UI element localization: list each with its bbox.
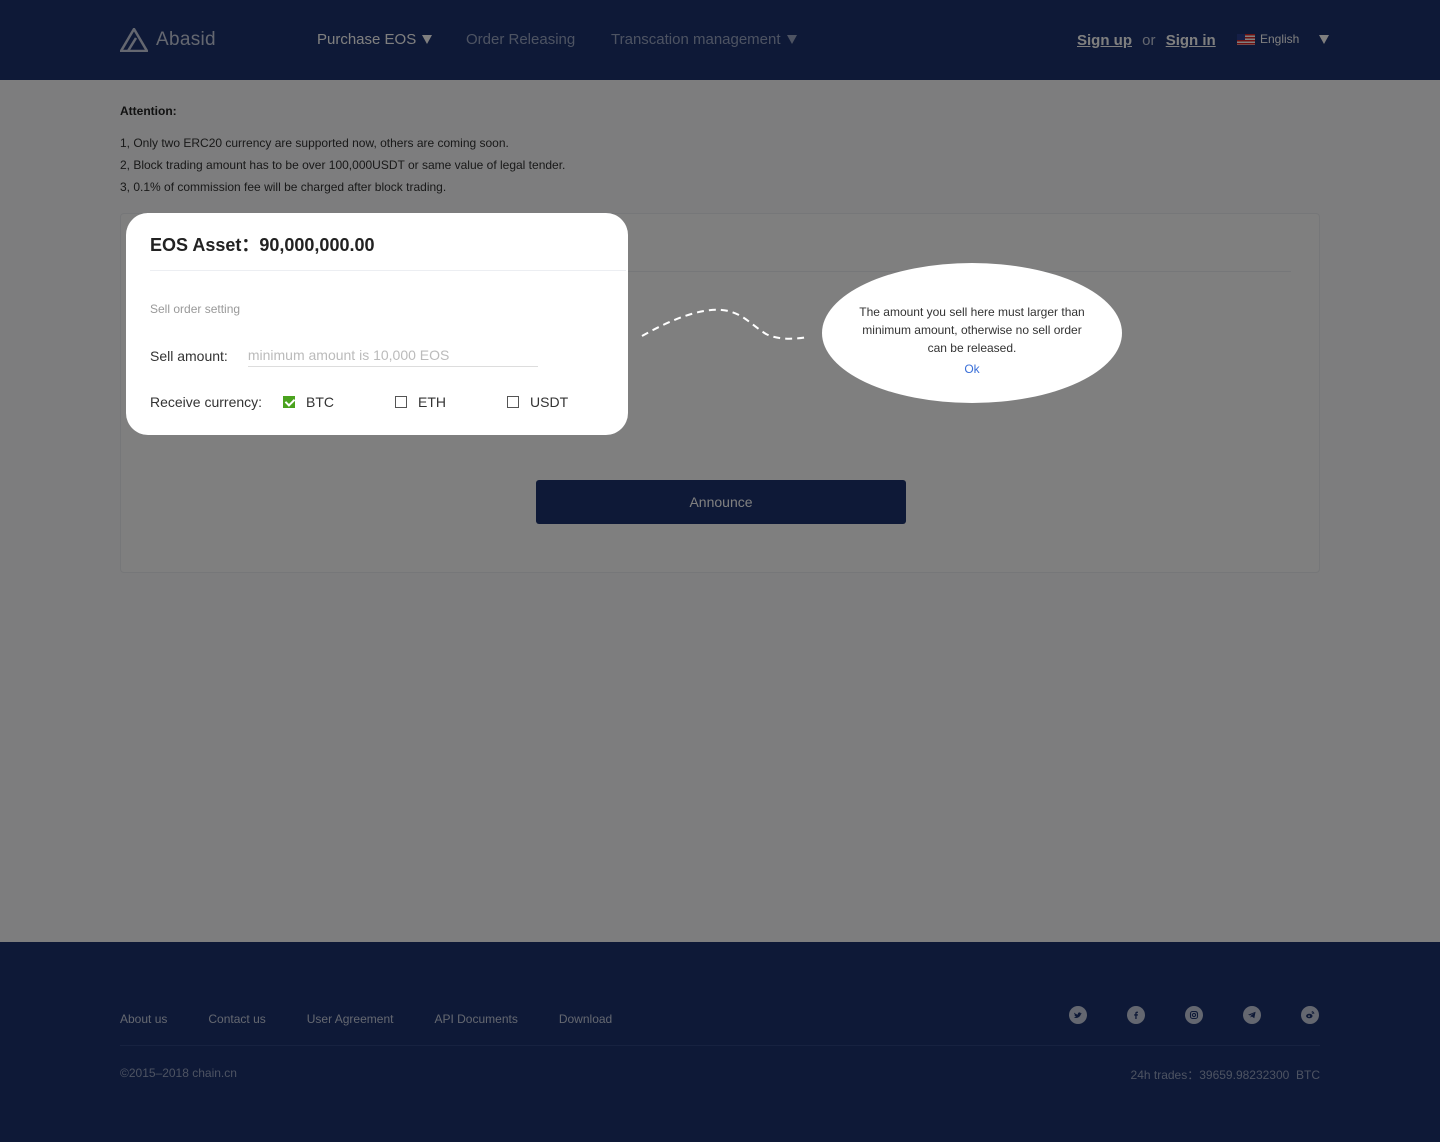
tooltip-text: The amount you sell here must larger tha… [859, 305, 1085, 355]
spotlight-border [126, 213, 628, 435]
tutorial-overlay[interactable]: The amount you sell here must larger tha… [0, 0, 1440, 1142]
tooltip-ok-button[interactable]: Ok [964, 362, 979, 376]
tooltip-connector [641, 308, 809, 340]
tooltip-bubble: The amount you sell here must larger tha… [822, 263, 1122, 403]
highlighted-form-region: EOS Asset：90,000,000.00 Sell order setti… [126, 213, 628, 435]
